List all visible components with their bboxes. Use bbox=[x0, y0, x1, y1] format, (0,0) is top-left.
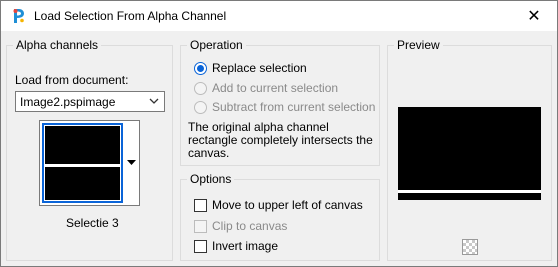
window-title: Load Selection From Alpha Channel bbox=[34, 9, 227, 23]
options-label: Options bbox=[187, 172, 235, 186]
add-to-selection-radio[interactable]: Add to current selection bbox=[194, 81, 338, 95]
radio-checked-icon bbox=[194, 61, 207, 75]
checkbox-icon bbox=[194, 198, 207, 212]
checkerboard-icon[interactable] bbox=[462, 239, 478, 255]
invert-image-label: Invert image bbox=[212, 239, 279, 253]
checkbox-icon bbox=[194, 239, 207, 253]
paintshop-icon bbox=[10, 8, 26, 24]
alpha-channels-label: Alpha channels bbox=[13, 38, 102, 52]
checkbox-icon bbox=[194, 219, 207, 233]
caret-down-icon bbox=[127, 160, 136, 165]
invert-image-checkbox[interactable]: Invert image bbox=[194, 239, 278, 253]
subtract-from-selection-radio[interactable]: Subtract from current selection bbox=[194, 100, 375, 114]
move-to-upper-left-checkbox[interactable]: Move to upper left of canvas bbox=[194, 198, 363, 212]
replace-selection-label: Replace selection bbox=[212, 61, 307, 75]
move-to-upper-left-label: Move to upper left of canvas bbox=[212, 198, 363, 212]
channel-thumbnail[interactable] bbox=[42, 123, 123, 203]
radio-icon bbox=[194, 81, 207, 95]
add-to-selection-label: Add to current selection bbox=[212, 81, 339, 95]
preview-canvas bbox=[398, 107, 541, 200]
thumbnail-selection-line bbox=[45, 164, 120, 167]
channel-dropdown-button[interactable] bbox=[124, 121, 139, 205]
document-select[interactable]: Image2.pspimage bbox=[15, 91, 165, 112]
title-bar[interactable]: Load Selection From Alpha Channel ✕ bbox=[1, 1, 557, 31]
clip-to-canvas-checkbox[interactable]: Clip to canvas bbox=[194, 219, 287, 233]
subtract-from-selection-label: Subtract from current selection bbox=[212, 100, 376, 114]
clip-to-canvas-label: Clip to canvas bbox=[212, 219, 288, 233]
dialog: Load Selection From Alpha Channel ✕ Alph… bbox=[0, 0, 558, 267]
channel-picker[interactable] bbox=[39, 120, 140, 206]
operation-description: The original alpha channel rectangle com… bbox=[188, 120, 373, 160]
load-from-document-label: Load from document: bbox=[15, 73, 129, 87]
channel-thumbnail-image bbox=[44, 125, 121, 201]
radio-icon bbox=[194, 100, 207, 114]
operation-label: Operation bbox=[187, 38, 246, 52]
channel-name: Selectie 3 bbox=[66, 216, 119, 230]
document-select-value: Image2.pspimage bbox=[20, 94, 116, 109]
close-icon: ✕ bbox=[527, 8, 541, 25]
preview-selection-line bbox=[398, 190, 541, 193]
close-button[interactable]: ✕ bbox=[511, 1, 557, 31]
preview-label: Preview bbox=[394, 38, 443, 52]
chevron-down-icon bbox=[148, 94, 160, 111]
replace-selection-radio[interactable]: Replace selection bbox=[194, 61, 307, 75]
